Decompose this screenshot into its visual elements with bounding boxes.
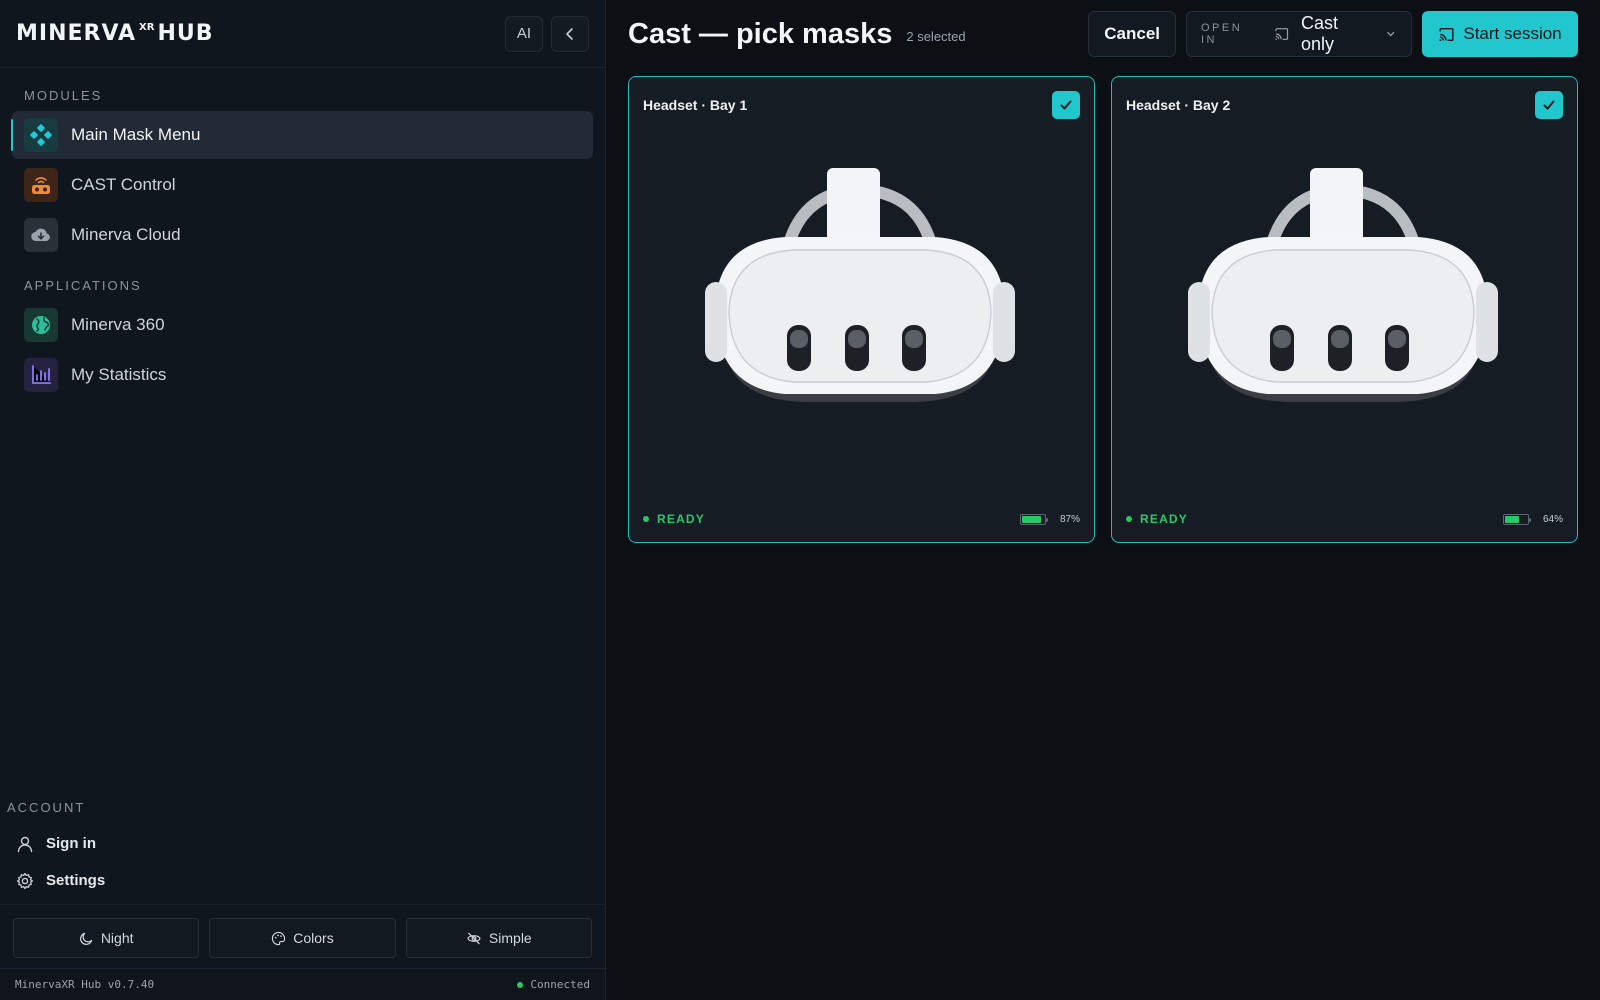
start-session-button[interactable]: Start session [1422,11,1578,57]
select-checkbox[interactable] [1052,91,1080,119]
card-footer: READY 64% [1126,512,1563,526]
sidebar-item-label: Minerva Cloud [71,225,181,244]
simple-mode-label: Simple [488,930,532,946]
palette-icon [272,931,286,945]
cast-icon [1274,28,1288,40]
sidebar: MINERVAXRHUB AI MODULES Main Mask Menu [0,0,606,1000]
headset-name: Headset · Bay 2 [1126,97,1231,113]
eye-off-icon [467,932,481,944]
ai-button[interactable]: AI [505,15,543,52]
version-label: MinervaXR Hub v0.7.40 [15,978,155,991]
sidebar-item-label: Main Mask Menu [71,125,201,144]
user-icon [17,836,33,852]
headset-card[interactable]: Headset · Bay 2 READY 64% [1111,76,1578,543]
main-panel: Cast — pick masks 2 selected Cancel OPEN… [606,0,1600,1000]
simple-mode-button[interactable]: Simple [405,918,592,958]
vr-headset-image [705,168,1015,402]
open-in-value: Cast only [1300,13,1338,54]
cloud-download-icon [24,218,58,252]
applications-nav: Minerva 360 My Statistics [0,301,605,401]
status-badge: READY [1126,512,1188,526]
battery-icon [1502,513,1531,525]
sidebar-item-minerva-360[interactable]: Minerva 360 [12,301,593,349]
connection-status: Connected [517,978,590,991]
sidebar-item-label: CAST Control [71,175,176,194]
battery-indicator: 64% [1502,513,1563,525]
section-label-modules: MODULES [24,88,103,103]
moon-icon [79,932,93,945]
sidebar-header: MINERVA XR HUB AI [0,0,605,68]
battery-label: 87% [1059,513,1080,525]
check-icon [1543,100,1555,110]
night-mode-button[interactable]: Night [13,918,200,958]
account-section: ACCOUNT Sign in Settings [0,800,605,899]
headset-card[interactable]: Headset · Bay 1 READY 87% [628,76,1095,543]
colors-button[interactable]: Colors [209,918,396,958]
status-label: READY [657,512,706,526]
night-mode-label: Night [100,930,134,946]
page-title: Cast — pick masks [628,17,893,50]
sidebar-item-label: My Statistics [71,365,167,384]
headset-name: Headset · Bay 1 [643,97,748,113]
ready-dot-icon [643,516,649,522]
sidebar-item-my-statistics[interactable]: My Statistics [12,351,593,399]
card-footer: READY 87% [643,512,1080,526]
selected-count: 2 selected [906,28,966,44]
sign-in-label: Sign in [46,835,96,852]
settings-link[interactable]: Settings [0,862,605,899]
top-bar: Cast — pick masks 2 selected Cancel OPEN… [606,0,1600,68]
chevron-left-icon [566,27,573,40]
cancel-button[interactable]: Cancel [1088,11,1176,57]
headset-grid: Headset · Bay 1 READY 87% Headset · Bay … [606,68,1600,543]
mask-menu-icon [24,118,58,152]
cast-icon [1439,27,1454,41]
battery-indicator: 87% [1019,513,1080,525]
globe-icon [24,308,58,342]
open-in-select[interactable]: OPEN IN Cast only [1186,11,1412,57]
section-label-account: ACCOUNT [7,800,86,815]
app-logo: MINERVA XR HUB [16,21,214,46]
sidebar-item-cast-control[interactable]: CAST Control [12,161,593,209]
status-label: READY [1140,512,1189,526]
settings-label: Settings [46,872,106,889]
sidebar-item-main-mask-menu[interactable]: Main Mask Menu [11,111,593,159]
vr-headset-image [1188,168,1498,402]
connected-dot-icon [517,981,524,988]
status-bar: MinervaXR Hub v0.7.40 Connected [0,968,605,1000]
gear-icon [16,872,34,889]
check-icon [1060,100,1072,110]
section-label-applications: APPLICATIONS [24,278,142,293]
sidebar-item-minerva-cloud[interactable]: Minerva Cloud [12,211,593,259]
battery-label: 64% [1542,513,1563,525]
open-in-label: OPEN IN [1201,22,1243,46]
cast-vr-icon [24,168,58,202]
start-session-label: Start session [1463,24,1562,43]
select-checkbox[interactable] [1535,91,1563,119]
ready-dot-icon [1126,516,1132,522]
theme-toggle-bar: Night Colors Simple [0,904,605,968]
bar-chart-icon [24,358,58,392]
chevron-down-icon [1387,31,1395,37]
sidebar-item-label: Minerva 360 [71,315,165,334]
connection-label: Connected [530,978,590,991]
status-badge: READY [643,512,705,526]
modules-nav: Main Mask Menu CAST Control Minerva Clou… [0,111,605,261]
sign-in-link[interactable]: Sign in [0,825,605,862]
colors-label: Colors [293,930,334,946]
battery-icon [1019,513,1048,525]
collapse-sidebar-button[interactable] [551,15,589,52]
